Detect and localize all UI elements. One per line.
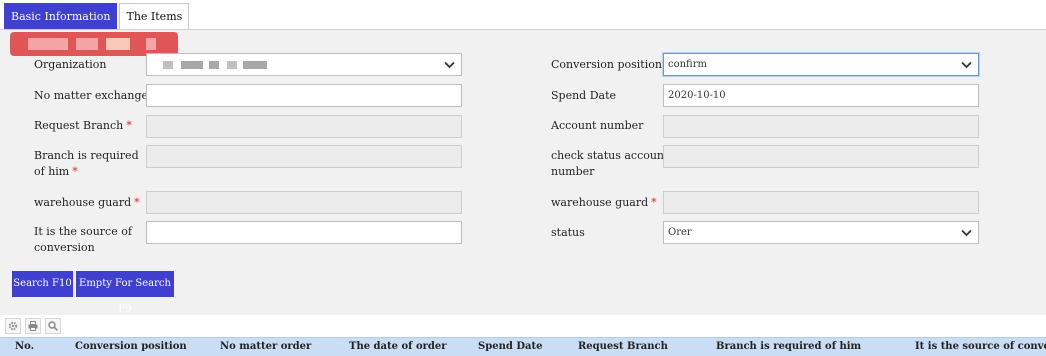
- tab-basic-information[interactable]: Basic Information: [4, 3, 118, 30]
- conversion-position-value: confirm: [668, 59, 707, 70]
- check-status-account-label: check status account number: [551, 149, 669, 178]
- tab-the-items[interactable]: The Items: [119, 3, 190, 30]
- gear-icon[interactable]: [5, 318, 21, 334]
- status-value: Orer: [668, 227, 692, 238]
- account-number-label: Account number: [551, 119, 644, 132]
- chevron-down-icon: [961, 229, 972, 237]
- conversion-position-label: Conversion position: [551, 58, 662, 71]
- request-branch-field[interactable]: [146, 115, 462, 138]
- warehouse-guard-label: warehouse guard *: [551, 196, 657, 209]
- column-header-branch-required[interactable]: Branch is required of him: [716, 341, 861, 352]
- print-icon[interactable]: [25, 318, 41, 334]
- search-icon[interactable]: [45, 318, 61, 334]
- empty-search-button[interactable]: Empty For Search F9: [76, 271, 174, 315]
- request-branch-label: Request Branch *: [34, 119, 132, 132]
- search-button[interactable]: Search F10: [12, 271, 73, 297]
- chevron-down-icon: [961, 61, 972, 69]
- required-marker: *: [126, 119, 132, 132]
- organization-label: Organization: [34, 58, 107, 71]
- organization-select[interactable]: [146, 53, 462, 76]
- column-header-conversion-position[interactable]: Conversion position: [75, 341, 187, 352]
- status-label: status: [551, 226, 585, 239]
- column-header-no[interactable]: No.: [15, 341, 34, 352]
- chevron-down-icon: [444, 61, 455, 69]
- column-header-no-matter-order[interactable]: No matter order: [220, 341, 311, 352]
- required-marker: *: [651, 196, 657, 209]
- required-marker: *: [134, 196, 140, 209]
- no-matter-exchange-input[interactable]: [146, 84, 462, 107]
- no-matter-exchange-label: No matter exchange: [34, 89, 148, 102]
- column-header-source-of-conversion[interactable]: It is the source of conversion: [915, 341, 1046, 352]
- warehouse-guard-field-right[interactable]: [663, 191, 979, 214]
- tab-bar: Basic Information The Items: [4, 3, 191, 30]
- basic-information-panel: Organization Conversion position confirm…: [0, 29, 1046, 315]
- source-of-conversion-input[interactable]: [146, 221, 462, 244]
- warehouse-guard-field-left[interactable]: [146, 191, 462, 214]
- branch-required-label: Branch is required of him *: [34, 149, 139, 178]
- conversion-position-select[interactable]: confirm: [663, 53, 979, 76]
- table-header: No. Conversion position No matter order …: [0, 337, 1046, 356]
- grid-toolbar: [0, 316, 1046, 336]
- spend-date-input[interactable]: 2020-10-10: [663, 84, 979, 107]
- account-number-field[interactable]: [663, 115, 979, 138]
- redacted-value: [163, 61, 173, 69]
- required-marker: *: [72, 165, 78, 178]
- column-header-date-of-order[interactable]: The date of order: [349, 341, 447, 352]
- source-of-conversion-label: It is the source of conversion: [34, 225, 132, 254]
- check-status-account-field[interactable]: [663, 145, 979, 168]
- warehouse-guard-label: warehouse guard *: [34, 196, 140, 209]
- status-select[interactable]: Orer: [663, 221, 979, 244]
- column-header-spend-date[interactable]: Spend Date: [478, 341, 542, 352]
- branch-required-field[interactable]: [146, 145, 462, 168]
- column-header-request-branch[interactable]: Request Branch: [578, 341, 668, 352]
- spend-date-label: Spend Date: [551, 89, 617, 102]
